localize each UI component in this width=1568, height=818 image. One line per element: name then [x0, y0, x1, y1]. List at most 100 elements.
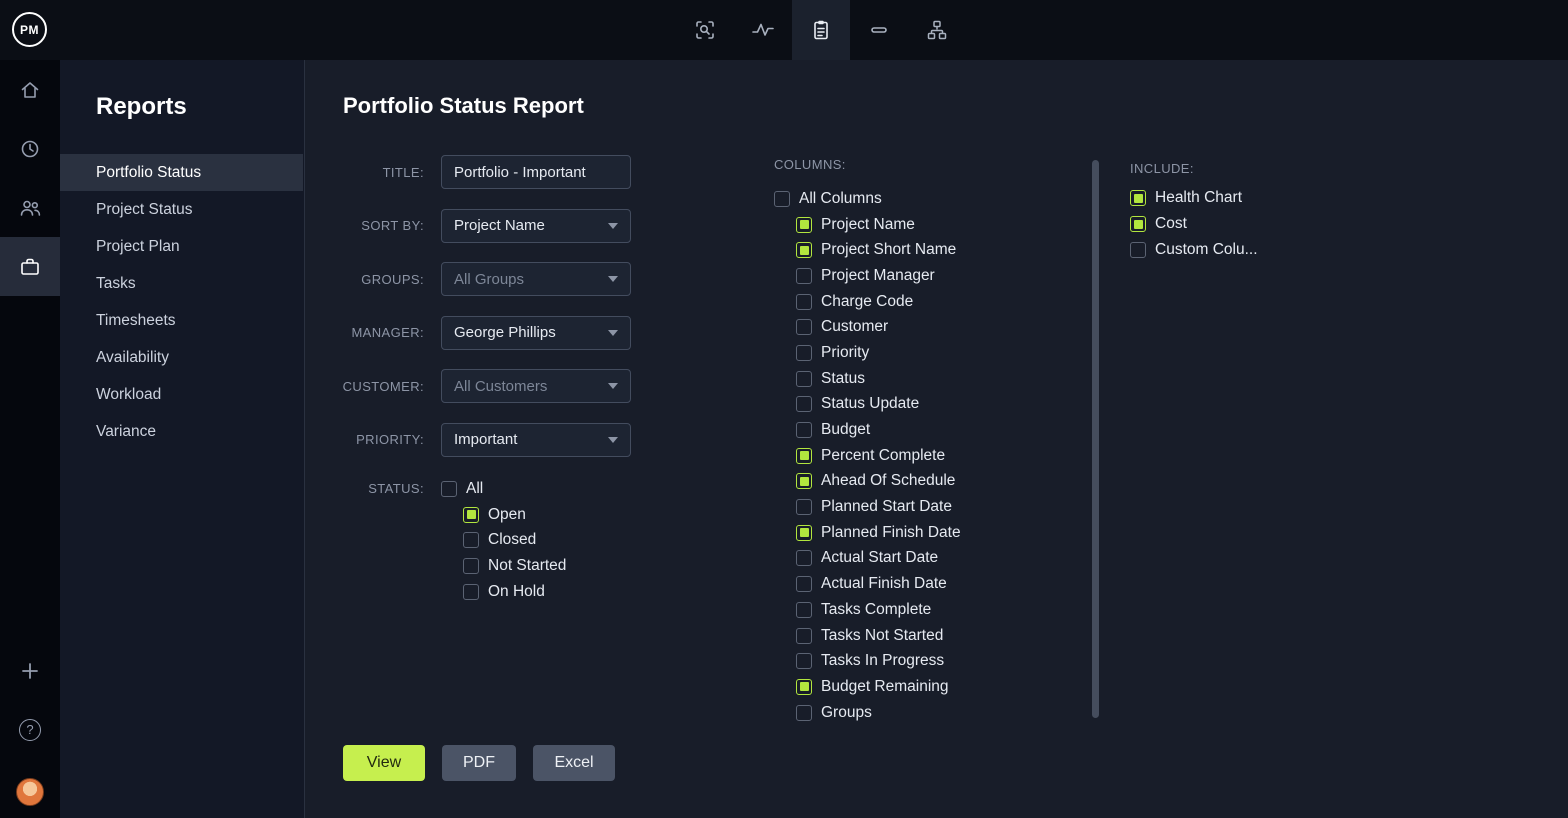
- column-option: Planned Finish Date: [796, 520, 961, 546]
- excel-button[interactable]: Excel: [533, 745, 615, 781]
- manager-label: MANAGER:: [306, 325, 424, 340]
- status-label: STATUS:: [306, 476, 424, 502]
- checkbox-health-chart[interactable]: [1130, 190, 1146, 206]
- sidebar-item-project-status[interactable]: Project Status: [60, 191, 303, 228]
- checkbox-tasks-not-started[interactable]: [796, 628, 812, 644]
- checkbox-project-short-name[interactable]: [796, 242, 812, 258]
- groups-label: GROUPS:: [306, 272, 424, 287]
- checkbox-budget-remaining[interactable]: [796, 679, 812, 695]
- checkbox-budget[interactable]: [796, 422, 812, 438]
- view-button[interactable]: View: [343, 745, 425, 781]
- customer-select[interactable]: All Customers: [441, 369, 631, 403]
- chevron-down-icon: [608, 383, 618, 389]
- activity-icon[interactable]: [734, 0, 792, 60]
- checkbox-status-update[interactable]: [796, 396, 812, 412]
- checkbox-project-manager[interactable]: [796, 268, 812, 284]
- user-avatar[interactable]: [0, 772, 60, 812]
- sort-by-select[interactable]: Project Name: [441, 209, 631, 243]
- checkbox-project-name[interactable]: [796, 217, 812, 233]
- pdf-button[interactable]: PDF: [442, 745, 516, 781]
- manager-value: George Phillips: [454, 324, 556, 341]
- checkbox-actual-finish-date[interactable]: [796, 576, 812, 592]
- chevron-down-icon: [608, 330, 618, 336]
- help-icon[interactable]: ?: [0, 700, 60, 759]
- sidebar-item-timesheets[interactable]: Timesheets: [60, 302, 303, 339]
- checkbox-priority[interactable]: [796, 345, 812, 361]
- sidebar-item-variance[interactable]: Variance: [60, 413, 303, 450]
- column-label: Actual Start Date: [821, 549, 938, 567]
- sidebar-item-availability[interactable]: Availability: [60, 339, 303, 376]
- priority-select[interactable]: Important: [441, 423, 631, 457]
- include-option: Health Chart: [1130, 185, 1258, 211]
- left-rail: ?: [0, 60, 60, 818]
- status-option-label: All: [466, 480, 483, 498]
- customer-label: CUSTOMER:: [306, 379, 424, 394]
- checkbox-status-closed[interactable]: [463, 532, 479, 548]
- chevron-down-icon: [608, 437, 618, 443]
- include-section-label: INCLUDE:: [1130, 161, 1258, 176]
- report-icon[interactable]: [792, 0, 850, 60]
- column-option: Tasks Complete: [796, 597, 961, 623]
- include-label: Health Chart: [1155, 189, 1242, 207]
- title-input[interactable]: [441, 155, 631, 189]
- sidebar-item-portfolio-status[interactable]: Portfolio Status: [60, 154, 303, 191]
- column-option: Status Update: [796, 392, 961, 418]
- checkbox-groups[interactable]: [796, 705, 812, 721]
- checkbox-percent-complete[interactable]: [796, 448, 812, 464]
- add-icon[interactable]: [0, 641, 60, 700]
- column-all-columns: All Columns: [774, 186, 961, 212]
- include-option: Cost: [1130, 211, 1258, 237]
- sidebar-item-workload[interactable]: Workload: [60, 376, 303, 413]
- include-options-list: Health Chart Cost Custom Colu...: [1130, 185, 1258, 263]
- column-option: Project Manager: [796, 263, 961, 289]
- sidebar-title: Reports: [96, 93, 187, 121]
- column-option: Ahead Of Schedule: [796, 469, 961, 495]
- checkbox-planned-finish-date[interactable]: [796, 525, 812, 541]
- column-label: Customer: [821, 318, 888, 336]
- projects-icon[interactable]: [0, 237, 60, 296]
- checkbox-cost[interactable]: [1130, 216, 1146, 232]
- zoom-search-icon[interactable]: [676, 0, 734, 60]
- main-content: Portfolio Status Report TITLE: SORT BY: …: [306, 60, 1568, 818]
- column-option: Actual Finish Date: [796, 571, 961, 597]
- clock-icon[interactable]: [0, 119, 60, 178]
- checkbox-tasks-complete[interactable]: [796, 602, 812, 618]
- checkbox-all-columns[interactable]: [774, 191, 790, 207]
- column-option: Charge Code: [796, 289, 961, 315]
- workflow-icon[interactable]: [908, 0, 966, 60]
- column-label: Status Update: [821, 395, 919, 413]
- status-option-label: Not Started: [488, 557, 566, 575]
- status-option-label: Closed: [488, 531, 536, 549]
- column-option: Tasks In Progress: [796, 648, 961, 674]
- manager-select[interactable]: George Phillips: [441, 316, 631, 350]
- column-option: Percent Complete: [796, 443, 961, 469]
- checkbox-planned-start-date[interactable]: [796, 499, 812, 515]
- pm-logo: PM: [12, 12, 47, 47]
- checkbox-charge-code[interactable]: [796, 294, 812, 310]
- checkbox-status-on-hold[interactable]: [463, 584, 479, 600]
- column-label: Project Name: [821, 216, 915, 234]
- dash-icon[interactable]: [850, 0, 908, 60]
- include-label: Custom Colu...: [1155, 241, 1258, 259]
- checkbox-status-open[interactable]: [463, 507, 479, 523]
- checkbox-status[interactable]: [796, 371, 812, 387]
- home-icon[interactable]: [0, 60, 60, 119]
- column-label: Charge Code: [821, 293, 913, 311]
- columns-panel: COLUMNS: All Columns Project Name Projec…: [774, 157, 961, 725]
- column-option: Tasks Not Started: [796, 623, 961, 649]
- groups-select[interactable]: All Groups: [441, 262, 631, 296]
- sidebar-item-tasks[interactable]: Tasks: [60, 265, 303, 302]
- checkbox-customer[interactable]: [796, 319, 812, 335]
- column-options-list: Project Name Project Short Name Project …: [796, 212, 961, 726]
- checkbox-status-all[interactable]: [441, 481, 457, 497]
- column-label: Priority: [821, 344, 869, 362]
- checkbox-tasks-in-progress[interactable]: [796, 653, 812, 669]
- checkbox-actual-start-date[interactable]: [796, 550, 812, 566]
- columns-scrollbar[interactable]: [1092, 160, 1099, 718]
- checkbox-status-not-started[interactable]: [463, 558, 479, 574]
- checkbox-ahead-of-schedule[interactable]: [796, 473, 812, 489]
- team-icon[interactable]: [0, 178, 60, 237]
- checkbox-custom-column[interactable]: [1130, 242, 1146, 258]
- sidebar-item-project-plan[interactable]: Project Plan: [60, 228, 303, 265]
- avatar: [16, 778, 44, 806]
